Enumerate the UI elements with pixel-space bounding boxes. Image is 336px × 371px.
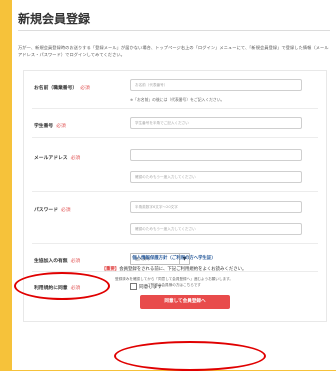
name-note: ※「お名前」の後には（代表番号）をご記入ください。 [130,97,225,102]
small-note: 登録済みを確認してから「同意して会員登録へ」進むようお願いします。 ご登録の会員… [12,276,336,288]
password-input[interactable]: 半角英数字6文字〜20文字 [130,201,302,213]
name-label-text: お名前（職業番号） [34,86,78,91]
name-label: お名前（職業番号） 必須 [34,84,90,91]
required-mark: 必須 [80,86,90,91]
student-id-label-text: 学生番号 [34,124,54,129]
intro-text: 万が一、新規会員登録時のお送りする「登録メール」が届かない場合、トップページ右上… [18,45,329,57]
row-divider [32,243,318,244]
email-input[interactable] [130,149,302,161]
highlight-ellipse-submit [114,341,266,371]
student-id-input[interactable]: 学生番号を半角でご記入ください [130,117,302,129]
notice-text: 会員登録をされる前に、下記ご利用規約をよくお読みください。 [119,267,247,272]
required-mark: 必須 [61,208,71,213]
small-note-line-2: ご登録の会員様の方はこちらです [147,283,201,287]
privacy-policy-link[interactable]: 個人情報保護方針（ご利用の方へ学生証） [12,255,336,261]
required-mark: 必須 [56,124,66,129]
email-confirm-input[interactable]: 確認のためもう一度入力してください [130,171,302,183]
important-mark: 【重要】 [101,267,120,272]
title-divider [18,30,330,31]
name-input[interactable]: お名前（代表番号） [130,79,302,91]
student-id-label: 学生番号 必須 [34,122,66,129]
row-divider [32,108,318,109]
important-notice: 【重要】会員登録をされる前に、下記ご利用規約をよくお読みください。 [12,266,336,272]
row-divider [32,137,318,138]
page-title: 新規会員登録 [18,12,91,26]
required-mark: 必須 [70,156,81,161]
email-label: メールアドレス 必須 [34,154,80,161]
row-divider [32,191,318,192]
password-confirm-input[interactable]: 確認のためもう一度入力してください [130,223,302,235]
submit-button[interactable]: 同意して会員登録へ [140,295,230,309]
password-label-text: パスワード [34,208,58,213]
email-label-text: メールアドレス [34,156,68,161]
password-label: パスワード 必須 [34,206,71,213]
registration-page: 新規会員登録 万が一、新規会員登録時のお送りする「登録メール」が届かない場合、ト… [12,0,336,371]
